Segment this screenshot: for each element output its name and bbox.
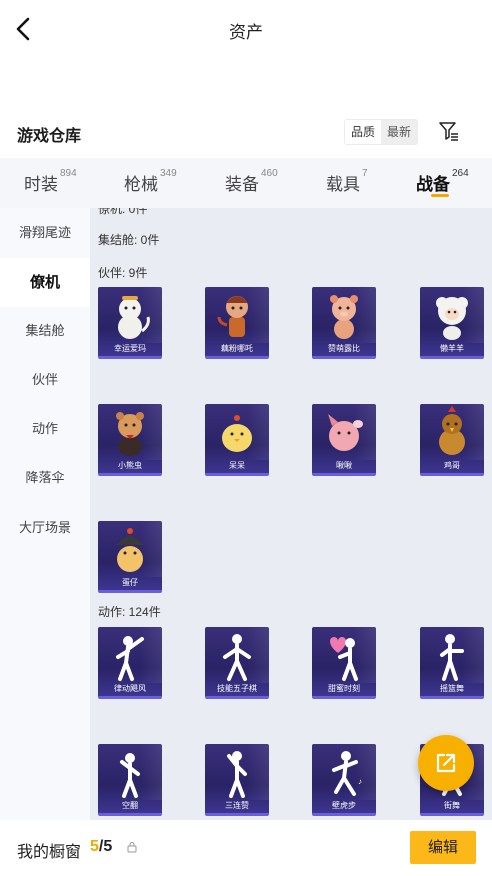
filter-icon — [439, 122, 458, 141]
item-name: 摇篮舞 — [440, 684, 464, 693]
item-card[interactable]: 赞萌露比 — [312, 287, 376, 359]
item-card[interactable]: 小熊虫 — [98, 404, 162, 476]
tab-combat-prep[interactable]: 战备264 — [416, 168, 469, 195]
card-highlight — [140, 744, 162, 800]
card-highlight — [247, 404, 269, 460]
tab-label: 战备 — [416, 175, 450, 194]
item-name: 技能五子棋 — [217, 684, 257, 693]
filter-button[interactable] — [438, 120, 460, 142]
section-label-actions: 动作: 124件 — [98, 605, 161, 619]
item-name: 幸运爱玛 — [114, 344, 146, 353]
item-card[interactable]: 啾啾 — [312, 404, 376, 476]
item-card[interactable]: 技能五子棋 — [205, 627, 269, 699]
item-name: 赞萌露比 — [328, 344, 360, 353]
card-highlight — [462, 404, 484, 460]
card-highlight — [140, 521, 162, 577]
tab-label: 枪械 — [124, 175, 158, 194]
showcase-current: 5 — [90, 838, 99, 855]
card-highlight — [247, 744, 269, 800]
sort-quality-button[interactable]: 品质 — [345, 120, 382, 144]
item-name: 啾啾 — [336, 461, 352, 470]
item-name: 蛋仔 — [122, 578, 138, 587]
tab-label: 载具 — [326, 175, 360, 194]
card-highlight — [354, 287, 376, 343]
assets-page: 资产 游戏仓库 品质 最新 时装894 枪械349 装备460 载具7 战备26… — [0, 0, 492, 876]
showcase-total: 5 — [103, 838, 113, 855]
item-name: 壁虎步 — [332, 801, 356, 810]
tab-count: 460 — [261, 168, 278, 179]
item-name: 街舞 — [444, 801, 460, 810]
item-name: 三连赞 — [225, 801, 249, 810]
item-card[interactable]: ♪ 壁虎步 — [312, 744, 376, 816]
item-card[interactable]: 呆呆 — [205, 404, 269, 476]
sidebar-item-action[interactable]: 动作 — [0, 414, 90, 444]
tab-vehicles[interactable]: 载具7 — [326, 168, 368, 195]
card-highlight — [140, 287, 162, 343]
section-label-capsule: 集结舱: 0件 — [98, 233, 160, 247]
item-name: 藕粉哪吒 — [221, 344, 253, 353]
sidebar-item-lobby-scene[interactable]: 大厅场景 — [0, 513, 90, 543]
tab-count: 349 — [160, 168, 177, 179]
card-highlight — [247, 627, 269, 683]
tab-count: 264 — [452, 168, 469, 179]
tab-count: 7 — [362, 168, 368, 179]
sidebar-item-parachute[interactable]: 降落伞 — [0, 463, 90, 493]
card-highlight — [354, 627, 376, 683]
share-icon — [436, 753, 456, 773]
card-highlight — [140, 404, 162, 460]
card-highlight — [462, 627, 484, 683]
tab-equipment[interactable]: 装备460 — [225, 168, 278, 195]
sort-toggle: 品质 最新 — [344, 119, 419, 145]
card-highlight — [247, 287, 269, 343]
active-tab-indicator — [431, 194, 449, 197]
lock-icon — [127, 842, 137, 853]
sidebar: 滑翔尾迹 僚机 集结舱 伙伴 动作 降落伞 大厅场景 — [0, 208, 90, 820]
warehouse-title: 游戏仓库 — [17, 128, 82, 145]
tab-count: 894 — [60, 168, 77, 179]
item-name: 小熊虫 — [118, 461, 142, 470]
sidebar-item-capsule[interactable]: 集结舱 — [0, 316, 90, 346]
section-label-wingman: 僚机: 0件 — [98, 208, 148, 216]
item-card[interactable]: 甜蜜时刻 — [312, 627, 376, 699]
sidebar-item-partner[interactable]: 伙伴 — [0, 365, 90, 395]
item-card[interactable]: 懒羊羊 — [420, 287, 484, 359]
bottom-bar: 我的橱窗 5/5 编辑 — [0, 820, 492, 876]
item-card[interactable]: 幸运爱玛 — [98, 287, 162, 359]
share-button[interactable] — [418, 735, 474, 791]
item-list[interactable]: 僚机: 0件 集结舱: 0件 伙伴: 9件 幸运爱玛 藕粉哪吒 赞萌露比 懒羊羊… — [90, 208, 492, 820]
showcase-count: 5/5 — [90, 838, 112, 856]
page-title: 资产 — [229, 23, 263, 42]
item-name: 空翻 — [122, 801, 138, 810]
item-name: 懒羊羊 — [440, 344, 464, 353]
item-card[interactable]: 摇篮舞 — [420, 627, 484, 699]
item-card[interactable]: 空翻 — [98, 744, 162, 816]
card-highlight — [462, 287, 484, 343]
item-card[interactable]: 律动飓风 — [98, 627, 162, 699]
sidebar-item-glide-trail[interactable]: 滑翔尾迹 — [0, 218, 90, 248]
tab-guns[interactable]: 枪械349 — [124, 168, 177, 195]
tab-outfits[interactable]: 时装894 — [24, 168, 77, 195]
item-name: 鸡哥 — [444, 461, 460, 470]
top-bar: 资产 — [0, 0, 492, 58]
item-card[interactable]: 蛋仔 — [98, 521, 162, 593]
edit-button[interactable]: 编辑 — [410, 831, 476, 864]
sort-latest-button[interactable]: 最新 — [381, 120, 418, 144]
item-name: 律动飓风 — [114, 684, 146, 693]
tab-label: 时装 — [24, 175, 58, 194]
sidebar-item-wingman[interactable]: 僚机 — [0, 258, 90, 307]
item-name: 甜蜜时刻 — [328, 684, 360, 693]
item-card[interactable]: 三连赞 — [205, 744, 269, 816]
item-card[interactable]: 藕粉哪吒 — [205, 287, 269, 359]
category-tabs: 时装894 枪械349 装备460 载具7 战备264 — [0, 158, 492, 208]
card-highlight — [140, 627, 162, 683]
item-card[interactable]: 鸡哥 — [420, 404, 484, 476]
item-name: 呆呆 — [229, 461, 245, 470]
showcase-label: 我的橱窗 — [17, 844, 82, 861]
section-label-partners: 伙伴: 9件 — [98, 266, 148, 280]
tab-label: 装备 — [225, 175, 259, 194]
card-highlight — [354, 404, 376, 460]
card-highlight — [354, 744, 376, 800]
